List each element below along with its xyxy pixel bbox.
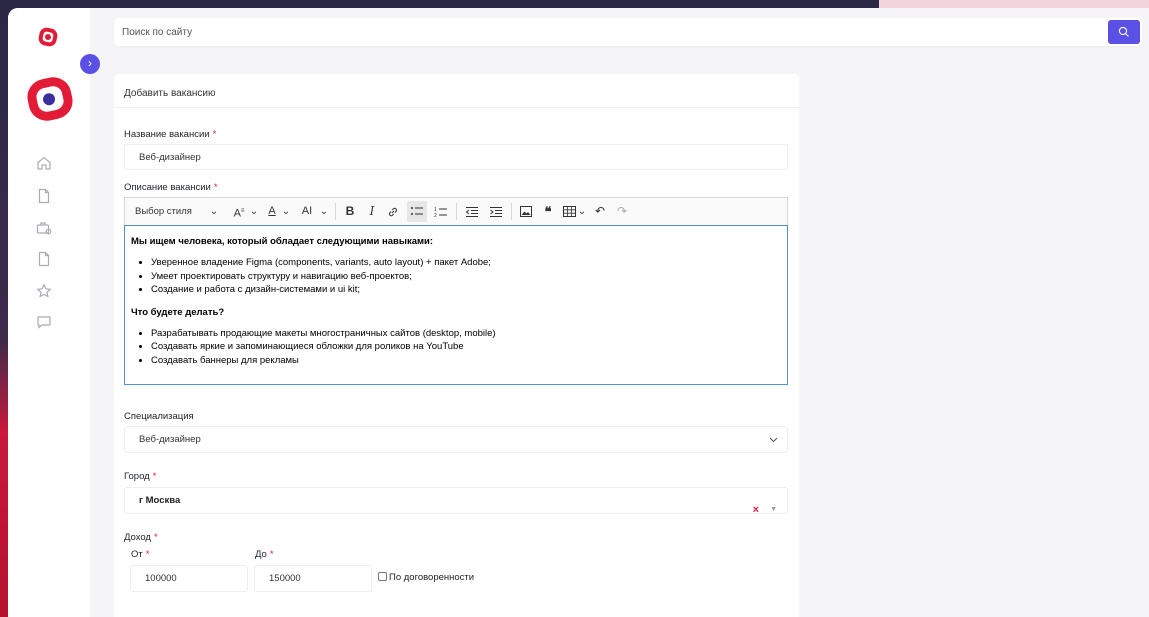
search-input[interactable] [114,18,1104,46]
browser-window: › Добавить вакансию Название вакансии* В… [8,8,1149,617]
vacancy-name-label: Название вакансии * [124,129,217,140]
skills-list: Уверенное владение Figma (components, va… [151,256,781,297]
briefcase-icon[interactable] [36,220,52,236]
outdent-icon[interactable] [462,198,482,225]
list-item: Создавать баннеры для рекламы [151,354,781,368]
list-item: Умеет проектировать структуру и навигаци… [151,270,781,284]
city-value: г Москва [139,495,181,506]
tasks-heading: Что будете делать? [131,306,225,318]
city-label: Город * [124,471,157,482]
chevron-down-icon[interactable]: ⌄ [281,198,291,225]
font-color-icon[interactable]: A [265,198,279,225]
search-button[interactable] [1108,20,1140,44]
indent-icon[interactable] [486,198,506,225]
editor-toolbar: Выбор стиля ⌄ A≡ ⌄ A ⌄ AI ⌄ B I 12 ❝ ⌄ ↶… [124,197,788,225]
vacancy-name-input[interactable]: Веб-дизайнер [124,144,788,170]
link-icon[interactable] [385,198,401,225]
sidebar [8,8,90,617]
sidebar-expand-button[interactable]: › [80,54,100,74]
description-label: Описание вакансии * [124,182,218,193]
file-icon[interactable] [36,251,52,267]
logo-small[interactable] [37,26,59,48]
description-editor[interactable]: Мы ищем человека, который обладает следу… [124,225,788,385]
chevron-down-icon[interactable]: ⌄ [577,198,587,225]
income-to-label: До * [255,549,274,560]
bold-button[interactable]: B [342,198,358,225]
clear-icon[interactable]: × [753,497,759,523]
style-select[interactable]: Выбор стиля [135,198,195,225]
star-icon[interactable] [36,283,52,299]
numbered-list-icon[interactable]: 12 [431,198,451,225]
add-vacancy-card: Добавить вакансию Название вакансии * Веб… [114,74,799,617]
list-item: Создание и работа с дизайн-системами и u… [151,283,781,297]
chevron-down-icon[interactable]: ⌄ [209,198,219,225]
specialization-value: Веб-дизайнер [139,434,201,445]
income-to-input[interactable]: 150000 [254,565,372,592]
image-icon[interactable] [517,198,535,225]
chevron-down-icon[interactable]: ⌄ [249,198,259,225]
city-select[interactable]: г Москва × ▼ [124,487,788,516]
home-icon[interactable] [36,155,52,171]
font-size-icon[interactable]: A≡ [229,198,249,225]
list-item: Разрабатывать продающие макеты многостра… [151,327,781,341]
chevron-down-icon[interactable]: ⌄ [319,198,329,225]
chat-icon[interactable] [36,314,52,330]
search-bar [114,18,1142,46]
bulleted-list-icon[interactable] [407,201,427,222]
logo-large[interactable] [24,73,76,125]
card-title: Добавить вакансию [114,74,799,108]
blockquote-icon[interactable]: ❝ [539,198,557,225]
list-item: Уверенное владение Figma (components, va… [151,256,781,270]
list-item: Создавать яркие и запоминающиеся обложки… [151,340,781,354]
chevron-down-icon [769,437,778,443]
specialization-label: Специализация [124,411,194,422]
svg-text:2: 2 [434,213,437,218]
document-icon[interactable] [36,188,52,204]
income-label: Доход * [124,532,158,543]
negotiable-checkbox[interactable] [378,572,387,581]
text-size-icon[interactable]: AI [297,198,317,225]
income-from-label: От * [131,549,150,560]
description-intro: Мы ищем человека, который обладает следу… [131,236,434,247]
italic-button[interactable]: I [364,198,380,225]
undo-icon[interactable]: ↶ [593,198,607,225]
table-icon[interactable] [561,198,577,225]
redo-icon[interactable]: ↷ [615,198,629,225]
specialization-select[interactable]: Веб-дизайнер [124,426,788,453]
tasks-list: Разрабатывать продающие макеты многостра… [151,327,781,368]
negotiable-label: По договоренности [389,572,475,583]
caret-down-icon[interactable]: ▼ [770,497,777,523]
income-from-input[interactable]: 100000 [130,565,248,592]
search-icon [1118,26,1129,37]
